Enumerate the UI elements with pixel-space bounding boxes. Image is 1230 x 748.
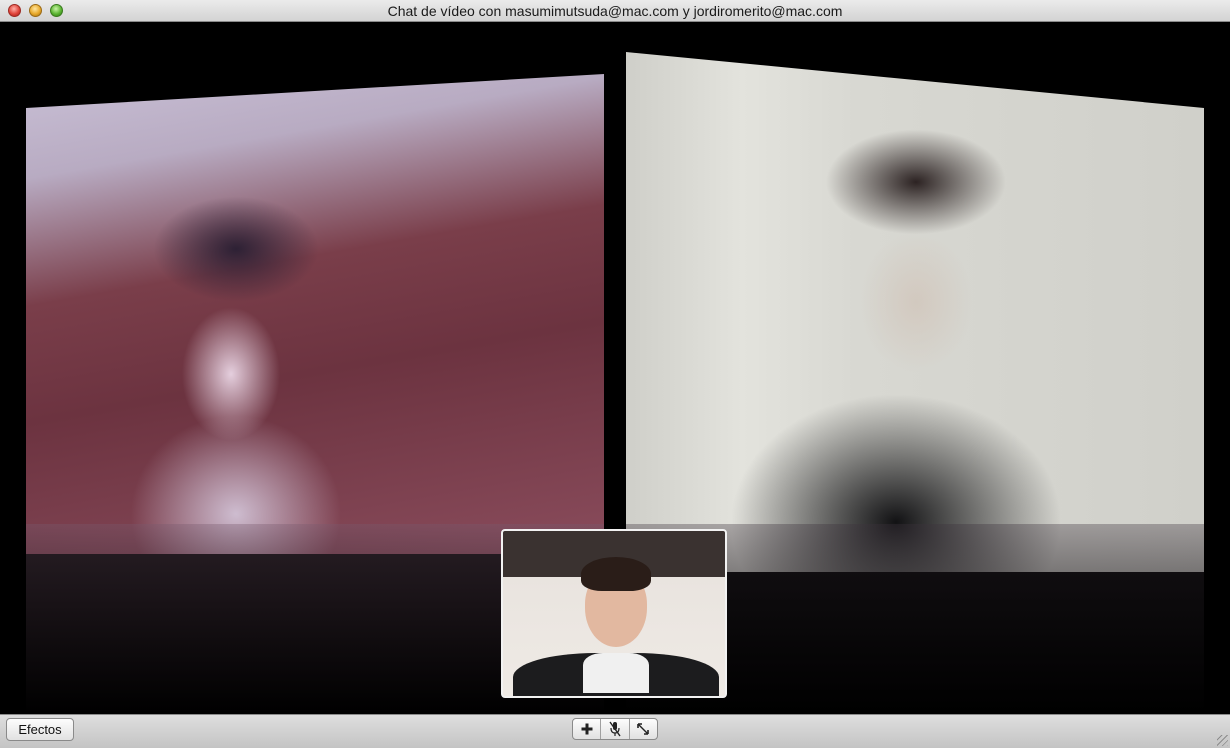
add-participant-button[interactable] (573, 719, 602, 739)
call-controls (572, 718, 658, 740)
self-hair (581, 557, 651, 591)
title-bar: Chat de vídeo con masumimutsuda@mac.com … (0, 0, 1230, 22)
video-stage (0, 22, 1230, 714)
effects-button[interactable]: Efectos (6, 718, 74, 741)
fullscreen-icon (637, 723, 650, 735)
bottom-toolbar: Efectos (0, 714, 1230, 748)
self-shirt (583, 653, 649, 693)
resize-grip-icon[interactable] (1217, 735, 1228, 746)
add-participant-icon (581, 723, 593, 735)
window-title: Chat de vídeo con masumimutsuda@mac.com … (387, 3, 843, 19)
mute-microphone-icon (609, 721, 621, 737)
fullscreen-button[interactable] (630, 719, 657, 739)
self-preview-video[interactable] (501, 529, 727, 698)
remote-video-frame (626, 52, 1204, 572)
mute-button[interactable] (601, 719, 630, 739)
remote-video-frame (26, 74, 604, 554)
